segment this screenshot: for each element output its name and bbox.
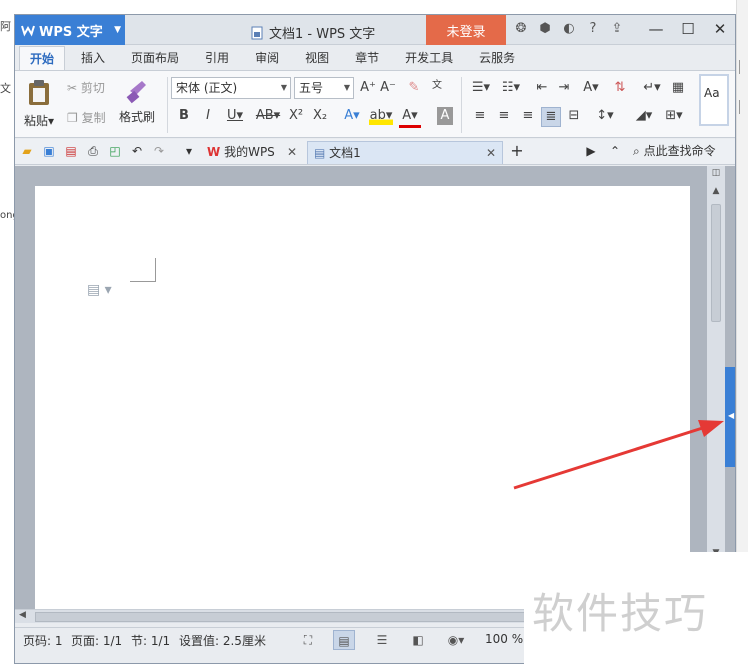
watermark: 软件技巧 — [524, 552, 748, 664]
